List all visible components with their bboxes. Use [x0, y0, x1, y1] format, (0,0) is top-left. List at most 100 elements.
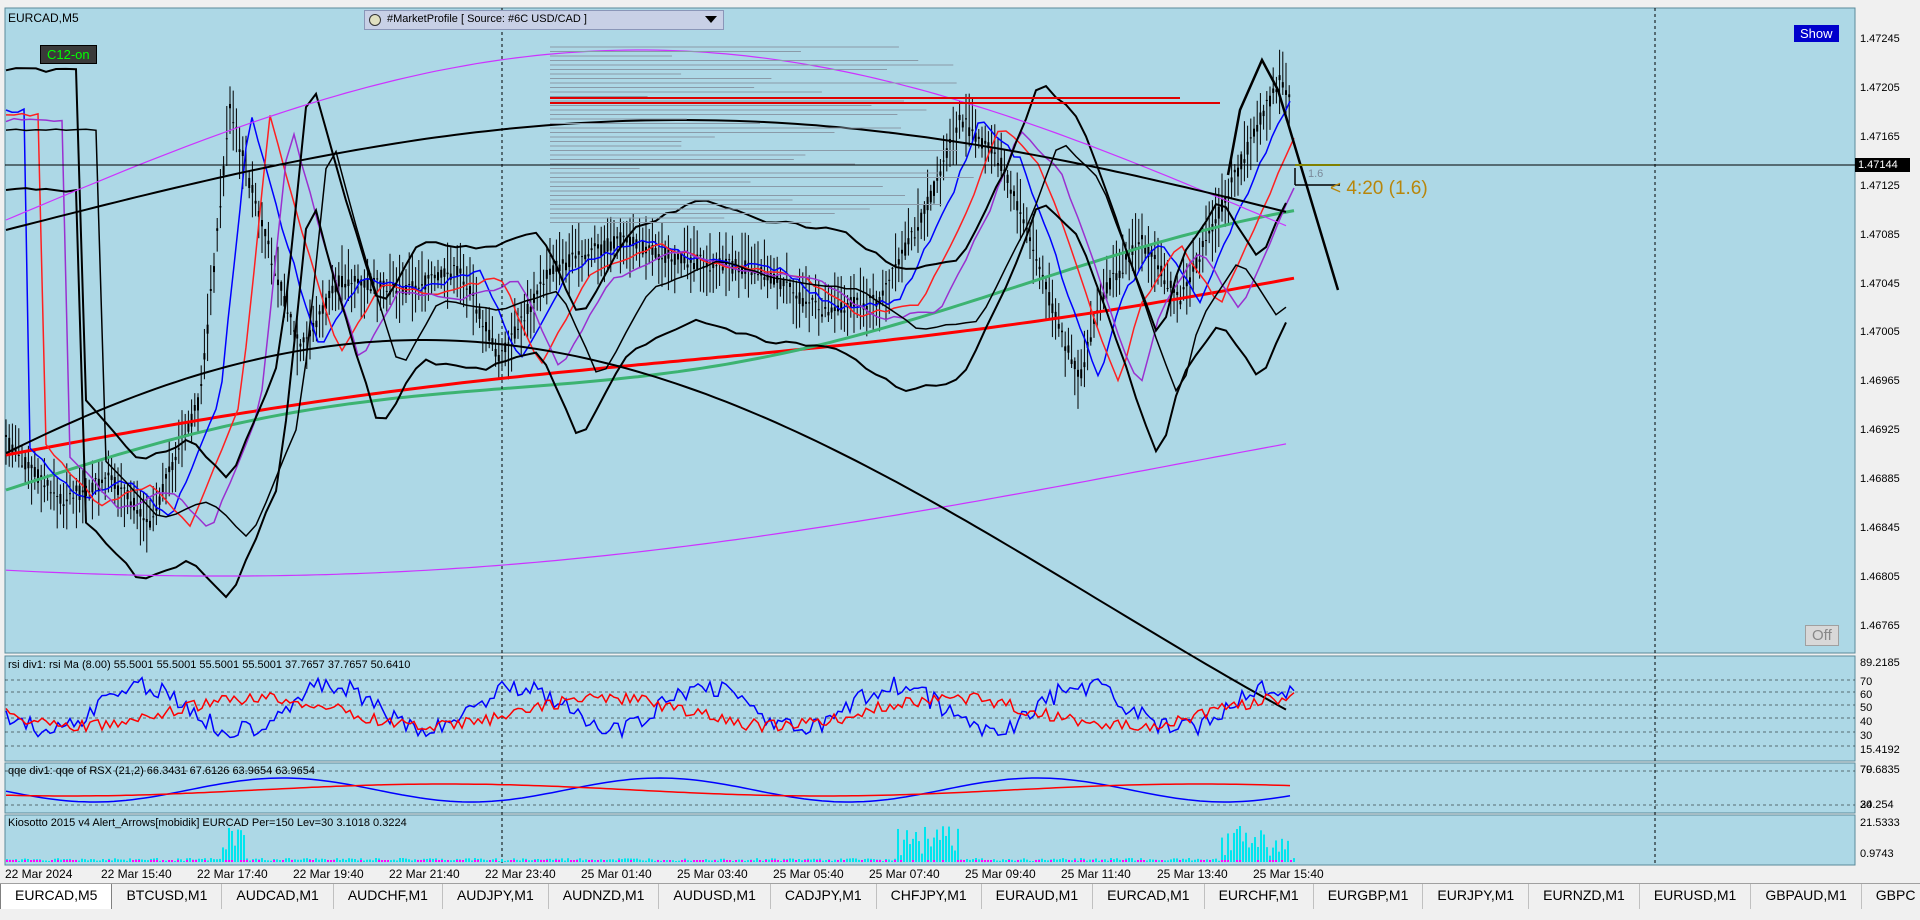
- symbol-tab[interactable]: EURAUD,M1: [982, 884, 1094, 910]
- candle-body: [193, 404, 196, 411]
- candle-body: [507, 342, 510, 344]
- symbol-tab[interactable]: EURCAD,M5: [0, 884, 113, 910]
- symbol-tab[interactable]: AUDCAD,M1: [222, 884, 334, 910]
- kiosotto-bar: [1224, 860, 1226, 862]
- symbol-tab[interactable]: GBPC: [1862, 884, 1920, 910]
- symbol-tab[interactable]: GBPAUD,M1: [1751, 884, 1862, 910]
- kiosotto-bar: [183, 860, 185, 862]
- kiosotto-bar: [1041, 858, 1043, 862]
- candle-body: [254, 200, 257, 204]
- kiosotto-bar: [651, 859, 653, 862]
- kiosotto-bar: [933, 837, 935, 862]
- kiosotto-bar: [1272, 847, 1274, 862]
- symbol-tab[interactable]: CADJPY,M1: [771, 884, 877, 910]
- kiosotto-bar: [525, 860, 527, 862]
- symbol-tab[interactable]: AUDJPY,M1: [443, 884, 549, 910]
- chart-canvas[interactable]: [0, 0, 1920, 883]
- candle-body: [69, 493, 71, 495]
- symbol-tab[interactable]: EURJPY,M1: [1423, 884, 1530, 910]
- candle-body: [238, 149, 241, 152]
- symbol-tab[interactable]: EURGBP,M1: [1314, 884, 1424, 910]
- candle-body: [958, 114, 961, 121]
- candle-body: [821, 314, 823, 317]
- kiosotto-bar: [813, 858, 815, 862]
- price-tick-label: 1.47205: [1860, 81, 1900, 94]
- kiosotto-bar: [513, 860, 515, 862]
- kiosotto-bar: [555, 860, 557, 862]
- symbol-tab[interactable]: AUDNZD,M1: [549, 884, 660, 910]
- kiosotto-bar: [933, 860, 935, 862]
- candle-body: [1118, 270, 1121, 278]
- candle-body: [229, 103, 231, 109]
- show-button[interactable]: Show: [1794, 25, 1839, 42]
- kiosotto-bar: [744, 860, 746, 862]
- candle-body: [117, 485, 119, 495]
- kiosotto-bar: [774, 860, 776, 862]
- kiosotto-bar: [465, 858, 467, 862]
- candle-body: [1233, 169, 1236, 173]
- kiosotto-bar: [1047, 860, 1049, 862]
- kiosotto-bar: [1209, 860, 1211, 862]
- kiosotto-bar: [834, 859, 836, 862]
- kiosotto-bar: [324, 859, 326, 862]
- kiosotto-bar: [402, 858, 404, 862]
- symbol-tab[interactable]: CHFJPY,M1: [877, 884, 982, 910]
- kiosotto-bar: [390, 860, 392, 862]
- price-tick-label: 1.46805: [1860, 570, 1900, 583]
- kiosotto-bar: [900, 860, 902, 862]
- kiosotto-bar: [1173, 858, 1175, 862]
- kiosotto-bar: [285, 858, 287, 862]
- candle-body: [59, 493, 62, 504]
- candle-body: [280, 281, 283, 291]
- kiosotto-bar: [810, 859, 812, 862]
- market-profile-bar[interactable]: #MarketProfile [ Source: #6C USD/CAD ]: [364, 10, 724, 30]
- candle-body: [1105, 282, 1108, 294]
- symbol-tab[interactable]: EURCAD,M1: [1093, 884, 1205, 910]
- candle-body: [817, 309, 820, 311]
- symbol-tab[interactable]: EURUSD,M1: [1640, 884, 1752, 910]
- time-tick-label: 22 Mar 17:40: [197, 867, 268, 881]
- kiosotto-bar: [384, 860, 386, 862]
- kiosotto-bar: [87, 860, 89, 862]
- kiosotto-bar: [1164, 860, 1166, 862]
- candle-body: [1265, 99, 1268, 102]
- candle-body: [581, 256, 583, 258]
- kiosotto-bar: [141, 859, 143, 862]
- kiosotto-bar: [633, 858, 635, 862]
- symbol-tab[interactable]: EURNZD,M1: [1529, 884, 1640, 910]
- kiosotto-bar: [297, 859, 299, 862]
- candle-body: [1048, 292, 1051, 306]
- symbol-tab[interactable]: AUDUSD,M1: [659, 884, 771, 910]
- c12-status-badge[interactable]: C12-on: [40, 45, 97, 64]
- symbol-tab[interactable]: BTCUSD,M1: [112, 884, 223, 910]
- kiosotto-bar: [192, 860, 194, 862]
- kiosotto-bar: [435, 860, 437, 862]
- time-tick-label: 22 Mar 15:40: [101, 867, 172, 881]
- kiosotto-bar: [204, 860, 206, 862]
- candle-body: [46, 479, 49, 486]
- candle-body: [1061, 330, 1063, 333]
- candle-body: [1259, 112, 1262, 125]
- kiosotto-bar: [1149, 859, 1151, 862]
- kiosotto-bar: [1038, 860, 1040, 862]
- kiosotto-bar: [1026, 859, 1028, 862]
- kiosotto-bar: [549, 858, 551, 862]
- kiosotto-bar: [849, 858, 851, 862]
- off-button[interactable]: Off: [1805, 625, 1839, 646]
- kiosotto-bar: [1068, 860, 1070, 862]
- candle-body: [417, 287, 420, 289]
- kiosotto-bar: [717, 860, 719, 862]
- candle-body: [568, 254, 571, 268]
- chevron-down-icon[interactable]: [705, 16, 717, 23]
- candle-body: [1051, 303, 1054, 314]
- candle-body: [107, 472, 110, 476]
- symbol-tab[interactable]: EURCHF,M1: [1205, 884, 1314, 910]
- candle-body: [133, 497, 135, 511]
- kiosotto-bar: [282, 860, 284, 862]
- kiosotto-bar: [945, 835, 947, 862]
- kiosotto-bar: [723, 860, 725, 862]
- symbol-tab[interactable]: AUDCHF,M1: [334, 884, 443, 910]
- kiosotto-bar: [1002, 859, 1004, 862]
- candle-body: [933, 181, 935, 196]
- kiosotto-bar: [1071, 860, 1073, 862]
